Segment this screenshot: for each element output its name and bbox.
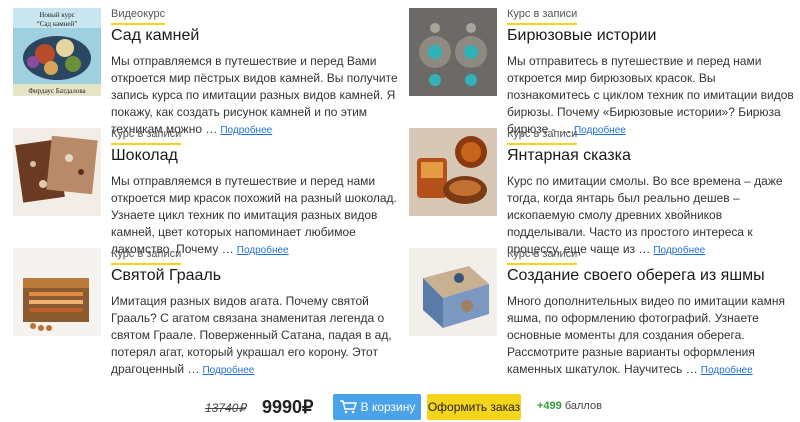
checkout-label: Оформить заказ <box>427 400 521 414</box>
add-to-cart-button[interactable]: В корзину <box>333 394 421 420</box>
course-thumbnail[interactable] <box>409 8 497 96</box>
course-thumbnail[interactable] <box>409 248 497 336</box>
course-title[interactable]: Янтарная сказка <box>507 146 631 166</box>
course-description: Мы отправляемся в путешествие и перед Ва… <box>111 53 401 139</box>
course-thumbnail[interactable]: Новый курс “Сад камней” Фирдаус Батдалов… <box>13 8 101 96</box>
course-description-text: Мы отправитесь в путешествие и перед нам… <box>507 54 794 136</box>
course-description-text: Мы отправляемся в путешествие и перед Ва… <box>111 54 398 136</box>
course-description: Курс по имитации смолы. Во все времена –… <box>507 173 797 259</box>
course-description: Мы отправляемся в путешествие и перед на… <box>111 173 401 259</box>
course-category: Видеокурс <box>111 8 166 25</box>
checkout-button[interactable]: Оформить заказ <box>427 394 521 420</box>
course-description: Имитация разных видов агата. Почему свят… <box>111 293 401 379</box>
thumb-caption-mid: “Сад камней” <box>37 20 78 28</box>
thumb-caption-bottom: Фирдаус Батдалова <box>28 87 86 95</box>
bonus-points: +499 баллов <box>537 400 602 412</box>
purchase-bar: 13740₽ 9990₽ В корзину Оформить заказ +4… <box>0 394 800 420</box>
course-card-stone-garden[interactable]: Новый курс “Сад камней” Фирдаус Батдалов… <box>13 8 403 136</box>
course-title[interactable]: Шоколад <box>111 146 178 166</box>
course-description-text: Мы отправляемся в путешествие и перед на… <box>111 174 397 256</box>
course-description: Мы отправитесь в путешествие и перед нам… <box>507 53 797 139</box>
old-price: 13740₽ <box>205 401 247 415</box>
thumb-caption-top: Новый курс <box>39 11 74 19</box>
add-to-cart-label: В корзину <box>360 400 416 414</box>
course-category: Курс в записи <box>111 128 182 145</box>
cart-icon <box>339 400 357 414</box>
more-link[interactable]: Подробнее <box>701 365 753 376</box>
current-price: 9990₽ <box>262 397 314 417</box>
bonus-amount: +499 <box>537 400 562 412</box>
course-card-turquoise[interactable]: Курс в записи Бирюзовые истории Мы отпра… <box>409 8 799 136</box>
course-category: Курс в записи <box>111 248 182 265</box>
course-thumbnail[interactable] <box>409 128 497 216</box>
course-thumbnail[interactable] <box>13 248 101 336</box>
course-description-text: Курс по имитации смолы. Во все времена –… <box>507 174 783 256</box>
course-card-holy-grail[interactable]: Курс в записи Святой Грааль Имитация раз… <box>13 248 403 376</box>
course-title[interactable]: Создание своего оберега из яшмы <box>507 266 765 286</box>
course-card-jasper-amulet[interactable]: Курс в записи Создание своего оберега из… <box>409 248 799 376</box>
course-card-amber[interactable]: Курс в записи Янтарная сказка Курс по им… <box>409 128 799 256</box>
course-category: Курс в записи <box>507 8 578 25</box>
course-card-chocolate[interactable]: Курс в записи Шоколад Мы отправляемся в … <box>13 128 403 256</box>
course-title[interactable]: Бирюзовые истории <box>507 26 657 46</box>
course-title[interactable]: Святой Грааль <box>111 266 221 286</box>
course-description: Много дополнительных видео по имитации к… <box>507 293 797 379</box>
more-link[interactable]: Подробнее <box>202 365 254 376</box>
course-category: Курс в записи <box>507 248 578 265</box>
bonus-label: баллов <box>564 400 602 412</box>
course-title[interactable]: Сад камней <box>111 26 199 46</box>
course-description-text: Много дополнительных видео по имитации к… <box>507 294 785 376</box>
course-category: Курс в записи <box>507 128 578 145</box>
course-thumbnail[interactable] <box>13 128 101 216</box>
course-description-text: Имитация разных видов агата. Почему свят… <box>111 294 392 376</box>
